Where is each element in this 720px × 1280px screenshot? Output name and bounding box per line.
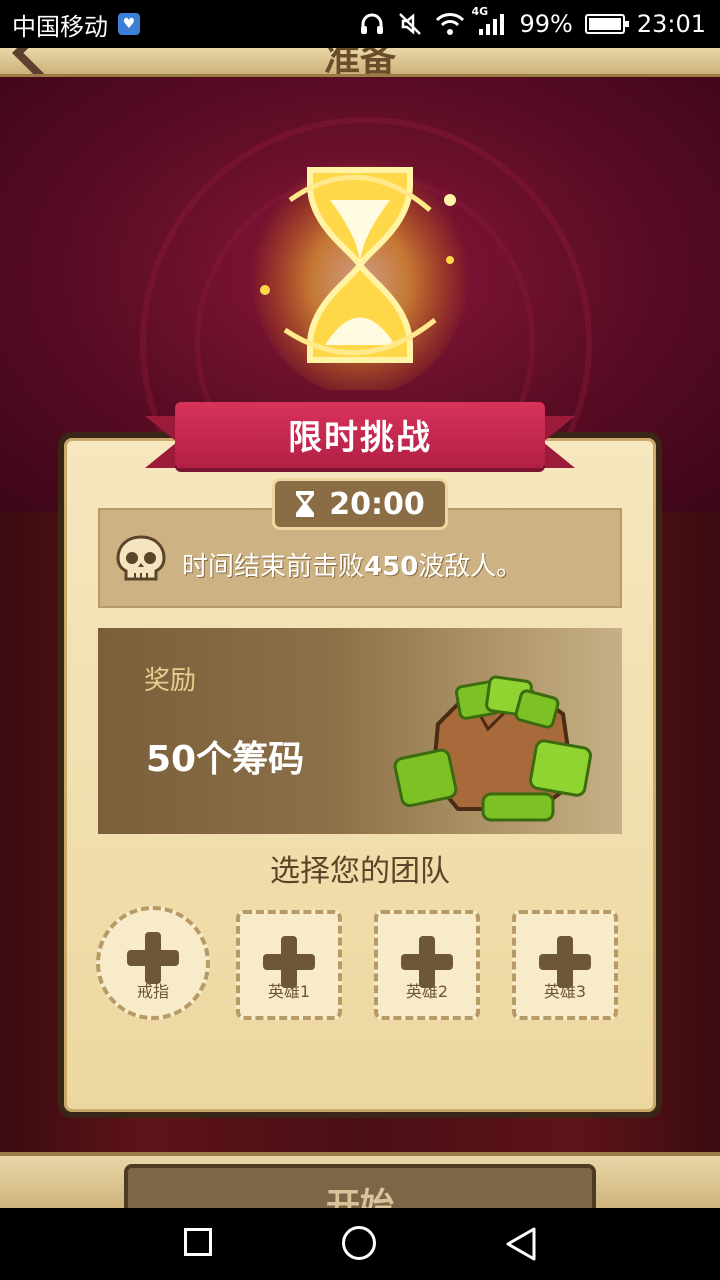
recent-apps-icon[interactable] [184,1228,212,1256]
slot-label: 英雄1 [267,982,311,1001]
hero-slot-2[interactable]: 英雄2 [374,910,480,1020]
slot-label: 戒指 [136,982,169,1001]
header-bar: 准备 [0,48,720,77]
goal-number: 450 [364,552,419,582]
carrier-label: 中国移动 [12,12,108,41]
goal-suffix: 波敌人。 [418,552,523,582]
signal-icon: 4G [471,5,507,37]
reward-panel: 奖励 50个筹码 [98,628,622,834]
hero-slot-1[interactable]: 英雄1 [236,910,342,1020]
glowing-hourglass-icon [250,145,470,390]
status-icons: 4G 99% 23:01 [359,5,706,38]
skull-icon [116,535,166,581]
reward-label: 奖励 [144,666,197,696]
slot-label: 英雄3 [543,982,587,1001]
timer-badge: 20:00 [272,478,448,530]
reward-amount: 50个筹码 [146,730,304,782]
team-section-title: 选择您的团队 [270,854,450,889]
slot-label: 英雄2 [405,982,449,1001]
page-title: 准备 [323,48,396,77]
ring-slot[interactable]: 戒指 [96,906,210,1020]
plus-icon [127,932,179,984]
battery-percent: 99% [519,10,573,38]
back-nav-icon[interactable] [504,1226,538,1262]
hero-slot-3[interactable]: 英雄3 [512,910,618,1020]
mute-icon [399,13,422,35]
reward-unit: 个筹码 [196,739,305,780]
home-icon[interactable] [342,1226,376,1260]
timer-value: 20:00 [329,486,425,522]
goal-description: 时间结束前击败450波敌人。 [182,546,522,583]
hourglass-icon [296,491,315,517]
status-bar: 中国移动 ♥ 4G 99% 23:01 [0,0,720,48]
wifi-icon [436,13,465,35]
clock: 23:01 [636,10,706,38]
reward-number: 50 [146,739,197,780]
challenge-banner: 限时挑战 [145,402,575,468]
health-app-icon: ♥ [118,13,140,35]
banner-title: 限时挑战 [288,418,432,458]
battery-icon [584,14,629,34]
goal-prefix: 时间结束前击败 [182,552,365,582]
headphones-icon [361,13,384,34]
chips-bag-icon [393,675,592,822]
